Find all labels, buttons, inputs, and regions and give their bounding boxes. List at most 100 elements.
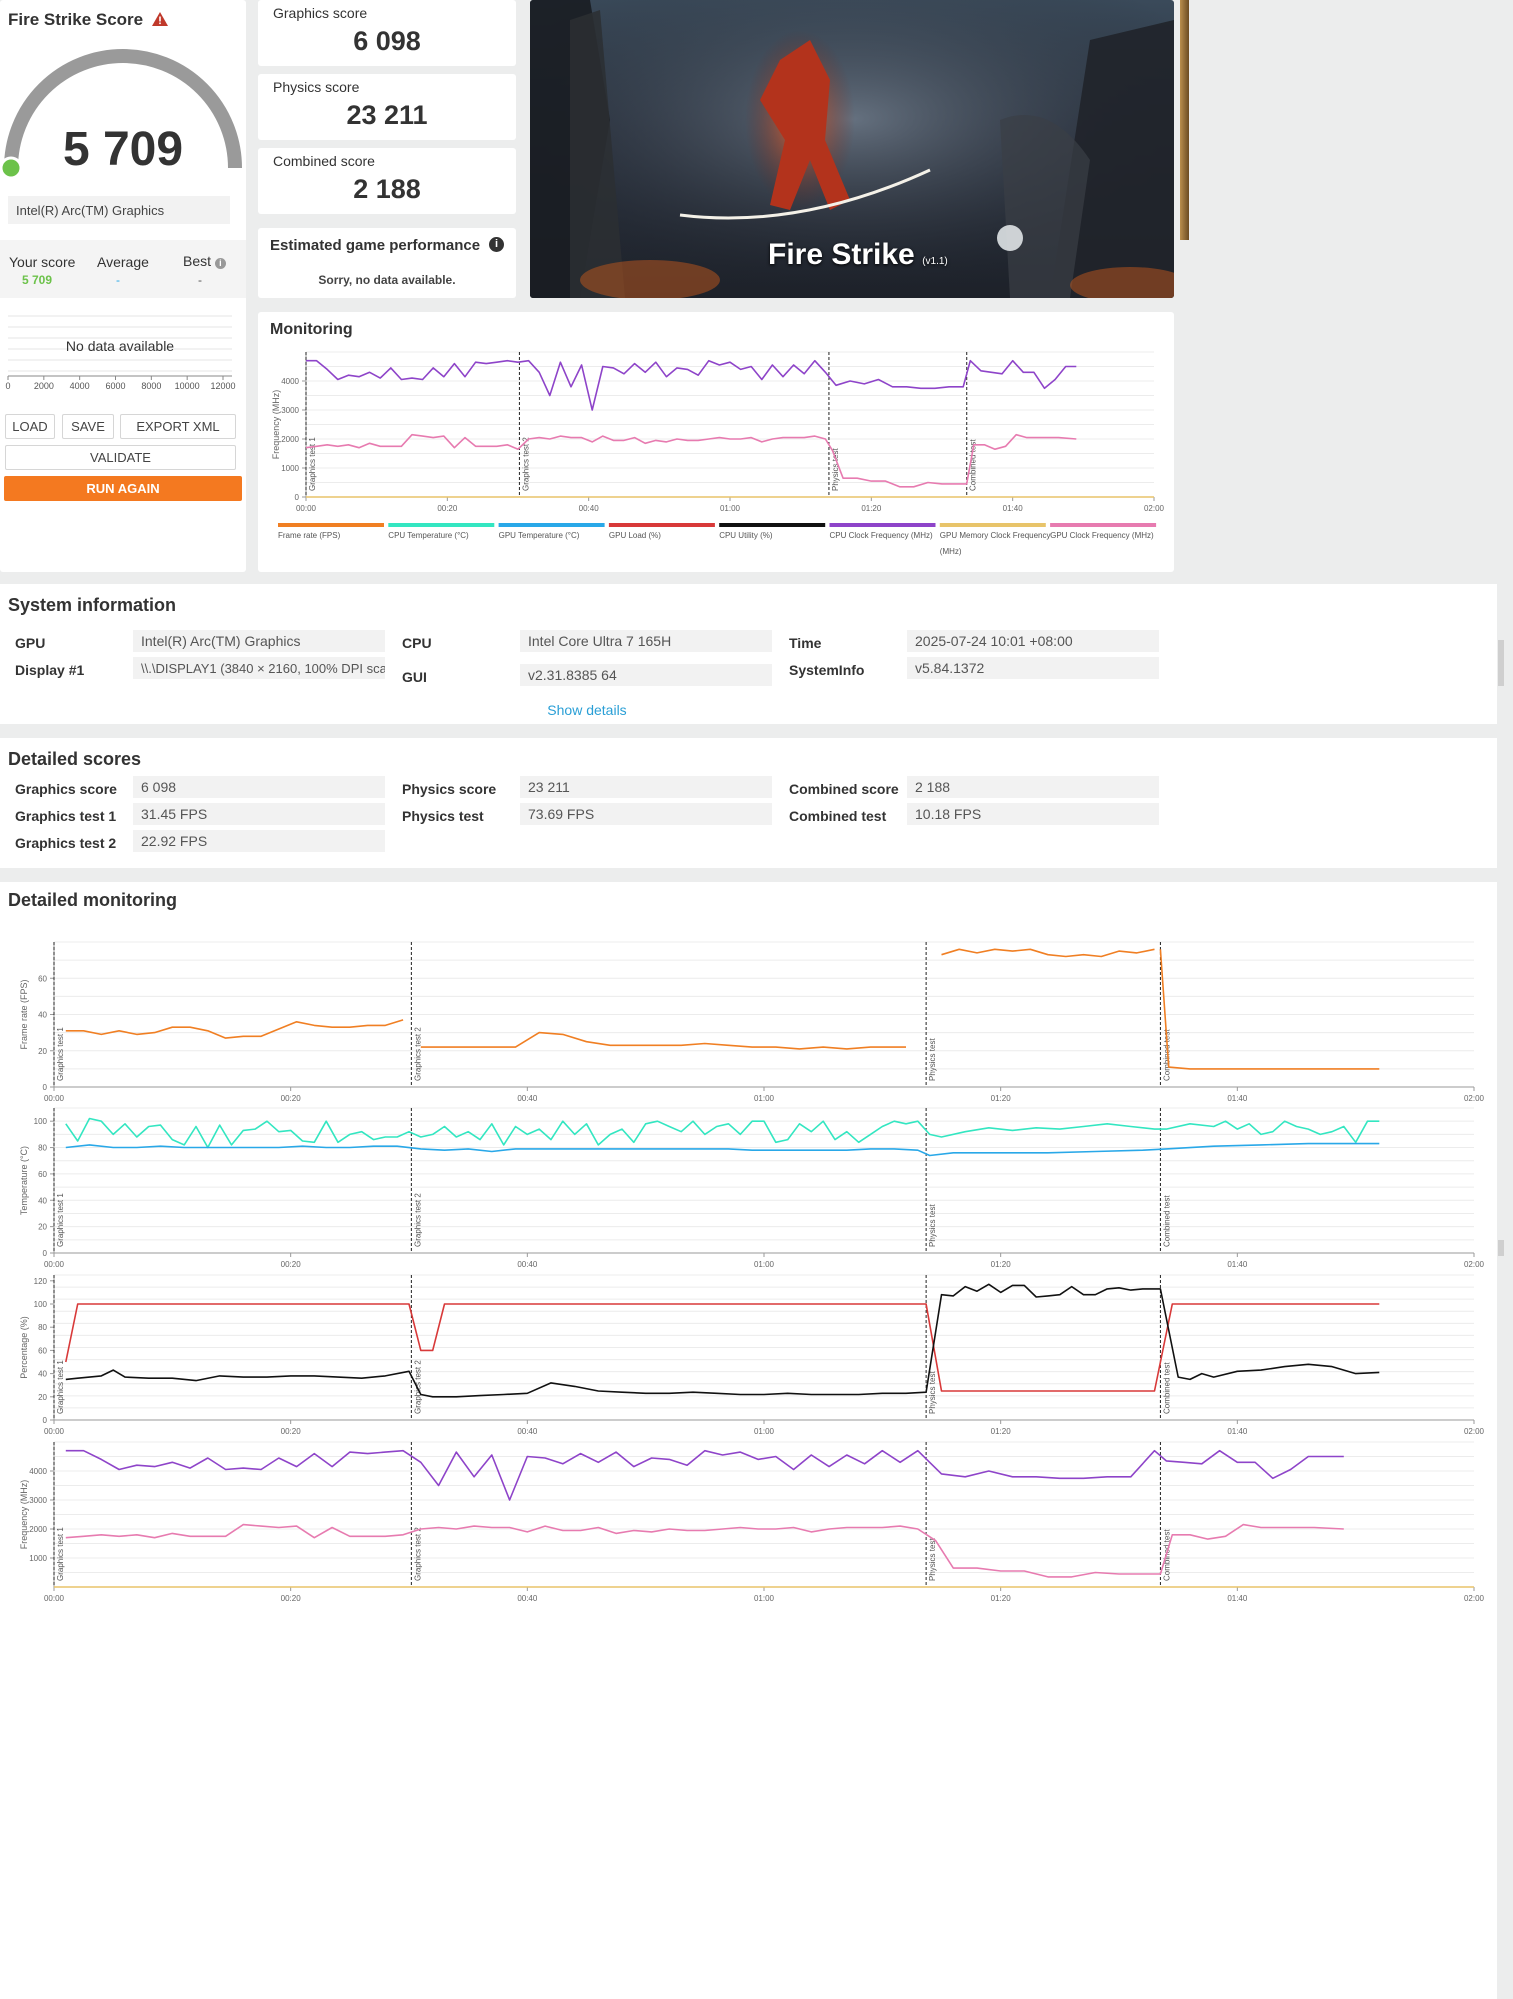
info-icon[interactable]: i xyxy=(214,258,226,269)
dist-tick-label: 2000 xyxy=(34,381,54,391)
dist-tick-label: 10000 xyxy=(175,381,200,391)
warning-icon[interactable] xyxy=(151,11,168,31)
average-label: Average xyxy=(97,254,149,270)
combined-score-value: 2 188 xyxy=(353,174,421,204)
x-tick-label: 01:40 xyxy=(1227,1594,1248,1603)
validate-button[interactable]: VALIDATE xyxy=(5,445,236,470)
series-line xyxy=(65,1142,1380,1157)
y-tick-label: 60 xyxy=(38,974,47,983)
legend-label: GPU Memory Clock Frequency (MHz) xyxy=(940,531,1051,556)
y-tick-label: 4000 xyxy=(281,377,299,386)
test-marker-label: Physics test xyxy=(928,1204,937,1247)
x-tick-label: 01:20 xyxy=(991,1260,1012,1269)
x-tick-label: 00:00 xyxy=(44,1260,65,1269)
x-tick-label: 00:40 xyxy=(517,1594,538,1603)
score-title: Fire Strike Score xyxy=(8,10,168,31)
legend-swatch xyxy=(1050,523,1157,527)
test-marker-label: Physics test xyxy=(928,1538,937,1581)
x-tick-label: 00:00 xyxy=(44,1427,65,1436)
run-again-button[interactable]: RUN AGAIN xyxy=(4,476,242,501)
total-score: 5 709 xyxy=(62,123,184,176)
detailed-monitoring-section: Detailed monitoring 0 20 40 60 Frame rate (F… xyxy=(0,882,1497,1999)
monitoring-card: Monitoring 0 1000 2000 3000 4000 Frequency (M… xyxy=(258,312,1174,572)
gui-value: v2.31.8385 64 xyxy=(520,664,772,686)
y-tick-label: 20 xyxy=(38,1223,47,1232)
legend-swatch xyxy=(829,523,936,527)
legend-swatch xyxy=(388,523,495,527)
device-name: Intel(R) Arc(TM) Graphics xyxy=(8,196,230,224)
your-score-label: Your score xyxy=(9,254,76,270)
physics-score-label: Physics score xyxy=(273,79,360,95)
monitoring-legend: Frame rate (FPS) CPU Temperature (°C) GPU … xyxy=(278,523,1157,556)
x-tick-label: 01:20 xyxy=(861,504,882,513)
y-tick-label: 2000 xyxy=(281,435,299,444)
combined-score-card: Combined score 2 188 xyxy=(258,148,516,214)
y-tick-label: 1000 xyxy=(281,464,299,473)
series-line xyxy=(65,1283,1380,1398)
save-button[interactable]: SAVE xyxy=(62,414,114,439)
scroll-marker[interactable] xyxy=(1498,640,1504,686)
series-line xyxy=(420,1031,906,1050)
x-tick-label: 01:20 xyxy=(991,1094,1012,1103)
system-info-section: System information GPU Intel(R) Arc(TM) … xyxy=(0,584,1497,724)
detailed-plot-detailed-frequency: 1000 2000 3000 4000Frequency (MHz) 00:00 00:2… xyxy=(19,1441,1485,1603)
x-tick-label: 00:40 xyxy=(517,1427,538,1436)
display-label: Display #1 xyxy=(15,662,85,678)
detailed-plot-detailed-temperature: 0 20 40 60 80 100 Temperature (°C) 00:00 00:20 00… xyxy=(19,1107,1485,1269)
x-tick-label: 02:00 xyxy=(1464,1260,1485,1269)
hero-version: (v1.1) xyxy=(922,256,948,267)
export-xml-button[interactable]: EXPORT XML xyxy=(120,414,236,439)
your-score-value: 5 709 xyxy=(22,273,53,287)
y-axis-label: Frequency (MHz) xyxy=(271,390,281,460)
y-axis-label: Frequency (MHz) xyxy=(19,1480,29,1550)
x-tick-label: 02:00 xyxy=(1464,1594,1485,1603)
detailed-scores-section: Detailed scores Graphics score 6 098 Gra… xyxy=(0,738,1497,868)
physics-score-card: Physics score 23 211 xyxy=(258,74,516,140)
x-tick-label: 00:40 xyxy=(517,1094,538,1103)
dist-tick-label: 4000 xyxy=(70,381,90,391)
side-strip xyxy=(1180,0,1189,240)
test-marker-label: Graphics test 1 xyxy=(56,1027,65,1081)
combined-test-label: Combined test xyxy=(789,808,887,824)
hero-title-text: Fire Strike xyxy=(768,238,915,271)
legend-label: GPU Temperature (°C) xyxy=(499,531,580,540)
scroll-marker[interactable] xyxy=(1498,1240,1504,1256)
y-tick-label: 20 xyxy=(38,1047,47,1056)
score-title-text: Fire Strike Score xyxy=(8,10,144,29)
y-tick-label: 0 xyxy=(43,1249,48,1258)
x-tick-label: 01:00 xyxy=(754,1594,775,1603)
show-details-link[interactable]: Show details xyxy=(0,702,1174,718)
y-tick-label: 100 xyxy=(34,1117,48,1126)
y-tick-label: 0 xyxy=(43,1416,48,1425)
y-tick-label: 100 xyxy=(34,1300,48,1309)
y-tick-label: 120 xyxy=(34,1277,48,1286)
load-button[interactable]: LOAD xyxy=(5,414,55,439)
legend-swatch xyxy=(608,523,715,527)
x-tick-label: 00:00 xyxy=(44,1594,65,1603)
series-line xyxy=(65,1523,1344,1578)
y-tick-label: 40 xyxy=(38,1370,47,1379)
legend-label: CPU Utility (%) xyxy=(719,531,773,540)
y-tick-label: 60 xyxy=(38,1346,47,1355)
combined-score-label: Combined score xyxy=(273,153,375,169)
test-marker-label: Physics test xyxy=(831,448,840,491)
x-tick-label: 00:20 xyxy=(281,1594,302,1603)
x-tick-label: 01:40 xyxy=(1227,1427,1248,1436)
legend-swatch xyxy=(939,523,1046,527)
test-marker-label: Physics test xyxy=(928,1038,937,1081)
score-comparison: Your score 5 709 Average - Best i - xyxy=(0,240,246,298)
x-tick-label: 01:20 xyxy=(991,1427,1012,1436)
score-panel: Fire Strike Score 5 709 Intel(R) Arc(TM)… xyxy=(0,0,246,572)
graphics-score-value: 6 098 xyxy=(353,26,421,56)
x-tick-label: 00:40 xyxy=(517,1260,538,1269)
graphics-test2-value: 22.92 FPS xyxy=(133,830,385,852)
monitoring-chart: 0 1000 2000 3000 4000Frequency (MHz) 00:00 00:… xyxy=(271,351,1165,556)
graphics-score-label: Graphics score xyxy=(15,781,117,797)
x-tick-label: 01:00 xyxy=(754,1260,775,1269)
info-icon[interactable]: i xyxy=(489,237,504,252)
series-line xyxy=(65,1019,404,1039)
series-line xyxy=(65,1449,1344,1501)
y-tick-label: 1000 xyxy=(29,1554,47,1563)
game-performance-card: Estimated game performance i Sorry, no d… xyxy=(258,228,516,298)
game-performance-message: Sorry, no data available. xyxy=(318,273,456,287)
